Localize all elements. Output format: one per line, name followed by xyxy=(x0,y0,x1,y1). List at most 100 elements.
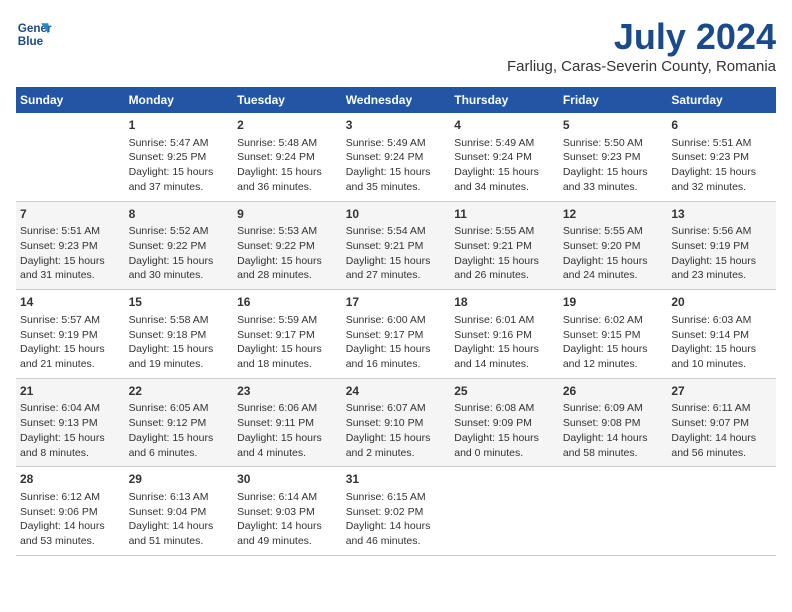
day-number: 22 xyxy=(129,383,230,400)
day-number: 2 xyxy=(237,117,338,134)
day-number: 29 xyxy=(129,471,230,488)
calendar-cell: 3Sunrise: 5:49 AMSunset: 9:24 PMDaylight… xyxy=(342,113,451,201)
day-info: Sunrise: 5:49 AMSunset: 9:24 PMDaylight:… xyxy=(454,136,555,195)
logo-icon: General Blue xyxy=(16,16,52,52)
subtitle: Farliug, Caras-Severin County, Romania xyxy=(507,58,776,75)
calendar-cell xyxy=(450,467,559,556)
day-info: Sunrise: 6:06 AMSunset: 9:11 PMDaylight:… xyxy=(237,401,338,460)
day-info: Sunrise: 5:52 AMSunset: 9:22 PMDaylight:… xyxy=(129,224,230,283)
calendar-cell: 10Sunrise: 5:54 AMSunset: 9:21 PMDayligh… xyxy=(342,201,451,290)
svg-text:Blue: Blue xyxy=(18,35,44,48)
day-number: 7 xyxy=(20,206,121,223)
calendar-cell: 2 Sunrise: 5:48 AMSunset: 9:24 PMDaylight… xyxy=(233,113,342,201)
week-row: 7Sunrise: 5:51 AMSunset: 9:23 PMDaylight… xyxy=(16,201,776,290)
day-info: Sunrise: 6:11 AMSunset: 9:07 PMDaylight:… xyxy=(671,401,772,460)
day-info: Sunrise: 5:54 AMSunset: 9:21 PMDaylight:… xyxy=(346,224,447,283)
day-number: 27 xyxy=(671,383,772,400)
day-number: 13 xyxy=(671,206,772,223)
calendar-cell: 6Sunrise: 5:51 AMSunset: 9:23 PMDaylight… xyxy=(667,113,776,201)
calendar-cell: 25Sunrise: 6:08 AMSunset: 9:09 PMDayligh… xyxy=(450,378,559,467)
day-number: 17 xyxy=(346,294,447,311)
main-title: July 2024 xyxy=(507,16,776,58)
day-number: 11 xyxy=(454,206,555,223)
day-header-monday: Monday xyxy=(125,87,234,113)
day-number: 12 xyxy=(563,206,664,223)
calendar-cell: 19 Sunrise: 6:02 AMSunset: 9:15 PMDayligh… xyxy=(559,290,668,379)
week-row: 14 Sunrise: 5:57 AMSunset: 9:19 PMDayligh… xyxy=(16,290,776,379)
calendar-cell: 30Sunrise: 6:14 AMSunset: 9:03 PMDayligh… xyxy=(233,467,342,556)
calendar-body: 1 Sunrise: 5:47 AMSunset: 9:25 PMDaylight… xyxy=(16,113,776,555)
day-info: Sunrise: 5:59 AMSunset: 9:17 PMDaylight:… xyxy=(237,313,338,372)
calendar-cell: 24Sunrise: 6:07 AMSunset: 9:10 PMDayligh… xyxy=(342,378,451,467)
day-number: 9 xyxy=(237,206,338,223)
day-info: Sunrise: 5:56 AMSunset: 9:19 PMDaylight:… xyxy=(671,224,772,283)
calendar-cell: 17 Sunrise: 6:00 AMSunset: 9:17 PMDayligh… xyxy=(342,290,451,379)
day-number: 5 xyxy=(563,117,664,134)
calendar-cell: 8Sunrise: 5:52 AMSunset: 9:22 PMDaylight… xyxy=(125,201,234,290)
calendar-cell: 21Sunrise: 6:04 AMSunset: 9:13 PMDayligh… xyxy=(16,378,125,467)
title-area: July 2024 Farliug, Caras-Severin County,… xyxy=(507,16,776,75)
day-info: Sunrise: 5:47 AMSunset: 9:25 PMDaylight:… xyxy=(129,136,230,195)
calendar-cell: 15Sunrise: 5:58 AMSunset: 9:18 PMDayligh… xyxy=(125,290,234,379)
day-info: Sunrise: 5:57 AMSunset: 9:19 PMDaylight:… xyxy=(20,313,121,372)
day-header-friday: Friday xyxy=(559,87,668,113)
calendar-cell: 5 Sunrise: 5:50 AMSunset: 9:23 PMDaylight… xyxy=(559,113,668,201)
day-info: Sunrise: 5:50 AMSunset: 9:23 PMDaylight:… xyxy=(563,136,664,195)
day-info: Sunrise: 5:53 AMSunset: 9:22 PMDaylight:… xyxy=(237,224,338,283)
calendar-cell: 13Sunrise: 5:56 AMSunset: 9:19 PMDayligh… xyxy=(667,201,776,290)
calendar-cell: 20Sunrise: 6:03 AMSunset: 9:14 PMDayligh… xyxy=(667,290,776,379)
day-info: Sunrise: 6:07 AMSunset: 9:10 PMDaylight:… xyxy=(346,401,447,460)
day-number: 10 xyxy=(346,206,447,223)
day-info: Sunrise: 5:55 AMSunset: 9:21 PMDaylight:… xyxy=(454,224,555,283)
day-number: 23 xyxy=(237,383,338,400)
calendar-cell: 16 Sunrise: 5:59 AMSunset: 9:17 PMDayligh… xyxy=(233,290,342,379)
calendar-cell: 26Sunrise: 6:09 AMSunset: 9:08 PMDayligh… xyxy=(559,378,668,467)
day-info: Sunrise: 6:03 AMSunset: 9:14 PMDaylight:… xyxy=(671,313,772,372)
calendar-cell: 12Sunrise: 5:55 AMSunset: 9:20 PMDayligh… xyxy=(559,201,668,290)
logo: General Blue xyxy=(16,16,52,52)
day-info: Sunrise: 6:15 AMSunset: 9:02 PMDaylight:… xyxy=(346,490,447,549)
day-info: Sunrise: 6:09 AMSunset: 9:08 PMDaylight:… xyxy=(563,401,664,460)
day-number: 14 xyxy=(20,294,121,311)
calendar-cell xyxy=(667,467,776,556)
day-info: Sunrise: 5:49 AMSunset: 9:24 PMDaylight:… xyxy=(346,136,447,195)
calendar-cell: 28 Sunrise: 6:12 AMSunset: 9:06 PMDayligh… xyxy=(16,467,125,556)
day-number: 16 xyxy=(237,294,338,311)
day-number: 18 xyxy=(454,294,555,311)
day-number: 28 xyxy=(20,471,121,488)
calendar-cell: 14 Sunrise: 5:57 AMSunset: 9:19 PMDayligh… xyxy=(16,290,125,379)
calendar-cell: 29 Sunrise: 6:13 AMSunset: 9:04 PMDayligh… xyxy=(125,467,234,556)
day-header-wednesday: Wednesday xyxy=(342,87,451,113)
day-info: Sunrise: 6:01 AMSunset: 9:16 PMDaylight:… xyxy=(454,313,555,372)
day-number: 4 xyxy=(454,117,555,134)
day-info: Sunrise: 6:00 AMSunset: 9:17 PMDaylight:… xyxy=(346,313,447,372)
day-number: 8 xyxy=(129,206,230,223)
day-info: Sunrise: 5:58 AMSunset: 9:18 PMDaylight:… xyxy=(129,313,230,372)
calendar-cell: 22Sunrise: 6:05 AMSunset: 9:12 PMDayligh… xyxy=(125,378,234,467)
calendar-cell: 31 Sunrise: 6:15 AMSunset: 9:02 PMDayligh… xyxy=(342,467,451,556)
calendar-cell: 1 Sunrise: 5:47 AMSunset: 9:25 PMDaylight… xyxy=(125,113,234,201)
week-row: 1 Sunrise: 5:47 AMSunset: 9:25 PMDaylight… xyxy=(16,113,776,201)
calendar-header: SundayMondayTuesdayWednesdayThursdayFrid… xyxy=(16,87,776,113)
day-number: 6 xyxy=(671,117,772,134)
day-number: 31 xyxy=(346,471,447,488)
day-number: 19 xyxy=(563,294,664,311)
day-info: Sunrise: 6:02 AMSunset: 9:15 PMDaylight:… xyxy=(563,313,664,372)
day-header-tuesday: Tuesday xyxy=(233,87,342,113)
day-info: Sunrise: 6:13 AMSunset: 9:04 PMDaylight:… xyxy=(129,490,230,549)
week-row: 21Sunrise: 6:04 AMSunset: 9:13 PMDayligh… xyxy=(16,378,776,467)
calendar-cell xyxy=(16,113,125,201)
day-number: 1 xyxy=(129,117,230,134)
day-header-sunday: Sunday xyxy=(16,87,125,113)
day-info: Sunrise: 6:12 AMSunset: 9:06 PMDaylight:… xyxy=(20,490,121,549)
day-info: Sunrise: 6:08 AMSunset: 9:09 PMDaylight:… xyxy=(454,401,555,460)
day-info: Sunrise: 5:48 AMSunset: 9:24 PMDaylight:… xyxy=(237,136,338,195)
week-row: 28 Sunrise: 6:12 AMSunset: 9:06 PMDayligh… xyxy=(16,467,776,556)
page-header: General Blue July 2024 Farliug, Caras-Se… xyxy=(16,16,776,75)
calendar-cell: 27Sunrise: 6:11 AMSunset: 9:07 PMDayligh… xyxy=(667,378,776,467)
day-info: Sunrise: 6:04 AMSunset: 9:13 PMDaylight:… xyxy=(20,401,121,460)
day-number: 26 xyxy=(563,383,664,400)
day-number: 24 xyxy=(346,383,447,400)
calendar-cell: 4 Sunrise: 5:49 AMSunset: 9:24 PMDaylight… xyxy=(450,113,559,201)
day-number: 21 xyxy=(20,383,121,400)
